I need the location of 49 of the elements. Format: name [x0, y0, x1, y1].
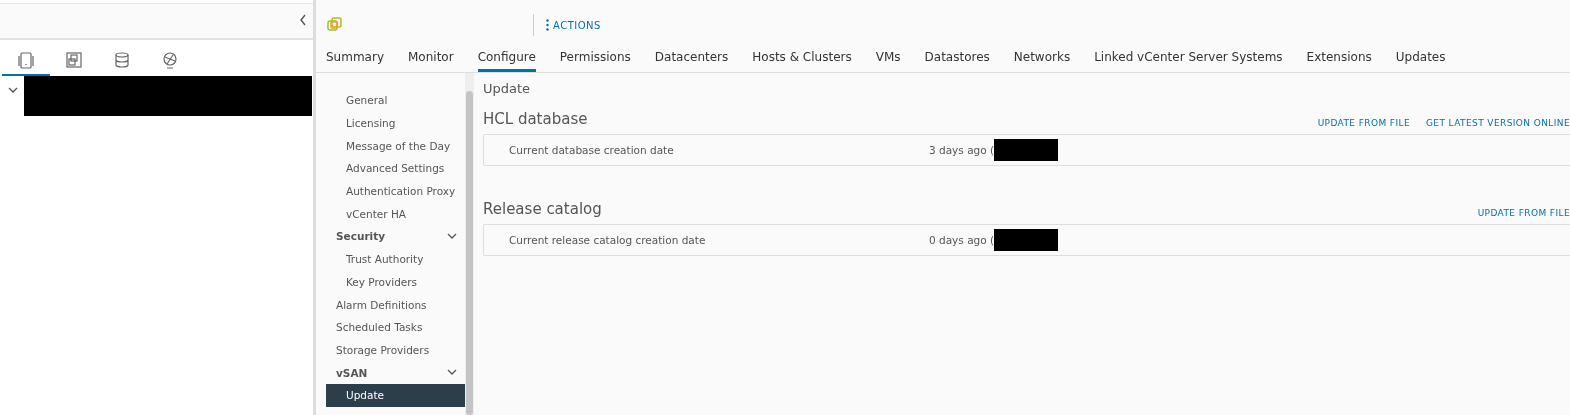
nav-tab[interactable]: Hosts & Clusters	[752, 50, 852, 72]
row-label: Current database creation date	[509, 144, 675, 156]
more-icon	[546, 19, 549, 31]
sidebar-item[interactable]: Message of the Day	[326, 134, 465, 158]
page-title: Update	[483, 81, 532, 96]
nav-tab[interactable]: Updates	[1395, 50, 1446, 72]
chevron-icon	[447, 369, 457, 377]
chevron-icon	[447, 232, 457, 240]
sidebar-item[interactable]: Scheduled Tasks	[326, 315, 465, 339]
action-link[interactable]: GET LATEST VERSION ONLINE	[1426, 118, 1570, 128]
redaction-block	[994, 139, 1059, 161]
actions-button[interactable]: ACTIONS	[546, 19, 601, 31]
nav-tab[interactable]: Configure	[477, 50, 536, 72]
sidebar-item[interactable]: Advanced Settings	[326, 157, 465, 180]
network-icon	[160, 50, 180, 70]
row-value: 0 days ago (	[929, 234, 995, 246]
section-title: Release catalog	[483, 200, 602, 218]
row-label: Current release catalog creation date	[509, 234, 707, 246]
sidebar-item[interactable]: Alarm Definitions	[326, 293, 465, 316]
sidebar-item[interactable]: vCenter HA	[326, 202, 465, 226]
action-link[interactable]: UPDATE FROM FILE	[1477, 208, 1570, 218]
sidebar-group[interactable]: vSAN	[326, 361, 465, 384]
hosts-icon	[16, 50, 36, 70]
vms-icon	[64, 50, 84, 70]
nav-tab[interactable]: VMs	[875, 50, 901, 72]
sidebar-group[interactable]: Security	[326, 225, 465, 248]
storage-icon	[112, 50, 132, 70]
sidebar-item[interactable]: Key Providers	[326, 270, 465, 294]
chevron-icon	[8, 87, 18, 94]
nav-tab[interactable]: Linked vCenter Server Systems	[1094, 50, 1283, 72]
nav-tab[interactable]: Permissions	[559, 50, 631, 72]
sidebar-item[interactable]: Licensing	[326, 111, 465, 135]
scrollbar[interactable]	[465, 73, 474, 415]
redaction-block	[994, 229, 1059, 251]
sidebar-item[interactable]: Trust Authority	[326, 247, 465, 271]
nav-tab[interactable]: Datacenters	[654, 50, 729, 72]
sidebar-item[interactable]: General	[326, 89, 465, 112]
sidebar-item[interactable]: Authentication Proxy	[326, 179, 465, 203]
logo-icon	[327, 17, 343, 33]
sidebar-item[interactable]: Update	[326, 383, 465, 407]
nav-tab[interactable]: Extensions	[1306, 50, 1372, 72]
section-title: HCL database	[483, 110, 588, 128]
nav-tab[interactable]: Networks	[1013, 50, 1071, 72]
sidebar-item[interactable]: Storage Providers	[326, 338, 465, 362]
action-link[interactable]: UPDATE FROM FILE	[1317, 118, 1410, 128]
nav-tab[interactable]: Monitor	[408, 50, 454, 72]
nav-tab[interactable]: Summary	[326, 50, 384, 72]
row-value: 3 days ago (	[929, 144, 995, 156]
nav-tab[interactable]: Datastores	[924, 50, 990, 72]
